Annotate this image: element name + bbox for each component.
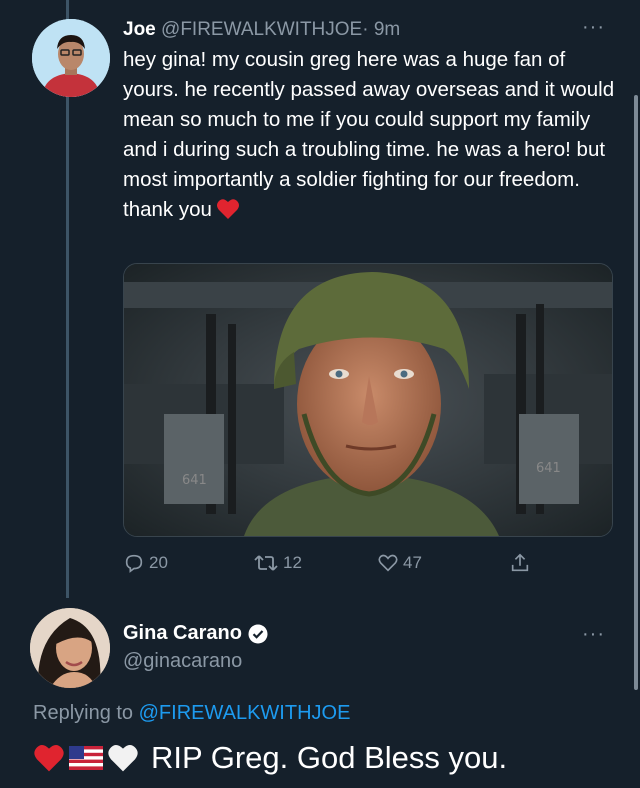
reply-text-content: RIP Greg. God Bless you. [151,740,508,775]
replying-to-line: Replying to @FIREWALKWITHJOE [33,702,350,725]
reply-icon [125,554,143,573]
more-options-icon[interactable]: ··· [582,17,605,37]
reply-author-handle[interactable]: @ginacarano [123,650,242,673]
red-heart-icon [216,198,240,229]
reply-text: RIP Greg. God Bless you. [33,736,507,780]
scrollbar[interactable] [634,95,638,690]
reply-author-name[interactable]: Gina Carano [123,622,268,645]
tweet-time[interactable]: · 9m [362,19,400,40]
like-count: 47 [403,553,422,572]
reply-more-options-icon[interactable]: ··· [582,624,605,644]
stencil-right: 641 [536,461,561,476]
tweet-actions: 20 12 47 [123,552,543,578]
author-name[interactable]: Joe [123,19,156,40]
tweet-header: Joe @FIREWALKWITHJOE· 9m [123,18,400,42]
retweet-count: 12 [283,553,302,572]
heart-outline-icon [378,554,398,572]
reply-emojis [33,743,139,773]
white-heart-icon [108,744,138,772]
red-heart-icon [34,744,64,772]
tweet-text: hey gina! my cousin greg here was a huge… [123,45,623,229]
replying-to-mention[interactable]: @FIREWALKWITHJOE [139,702,351,724]
retweet-icon [254,555,278,571]
reply-count: 20 [149,553,168,572]
replying-prefix: Replying to [33,702,139,724]
verified-badge-icon [248,624,268,643]
tweet-text-content: hey gina! my cousin greg here was a huge… [123,48,615,221]
us-flag-icon [69,746,103,770]
author-handle[interactable]: @FIREWALKWITHJOE [161,19,362,40]
share-button[interactable] [509,552,535,574]
tweet-photo[interactable]: 641 641 [123,263,613,537]
share-icon [511,553,529,572]
soldier-photo-icon: 641 641 [124,264,612,536]
gina-avatar[interactable] [30,608,110,688]
reply-button[interactable]: 20 [123,552,168,574]
stencil-left: 641 [182,473,207,488]
retweet-button[interactable]: 12 [253,552,302,574]
joe-avatar[interactable] [32,19,110,97]
like-button[interactable]: 47 [377,552,422,574]
reply-author-name-text: Gina Carano [123,622,242,644]
